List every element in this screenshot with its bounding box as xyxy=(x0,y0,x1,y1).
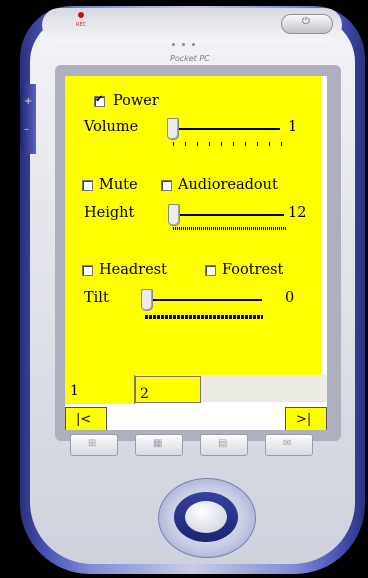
tab-1-label: 1 xyxy=(70,383,79,399)
minus-icon: – xyxy=(24,124,29,135)
audioreadout-label: Audioreadout xyxy=(178,177,278,193)
calendar-icon: ▦ xyxy=(153,438,163,449)
tilt-slider-ticks xyxy=(145,315,263,319)
last-page-label: >| xyxy=(296,412,312,427)
audioreadout-checkbox[interactable] xyxy=(161,180,172,191)
hardware-button-inbox[interactable]: ✉ xyxy=(265,434,313,456)
record-label: REC xyxy=(76,22,87,28)
inbox-icon: ✉ xyxy=(283,438,292,449)
tilt-slider-track[interactable] xyxy=(145,299,262,301)
hardware-button-start[interactable]: ⊞ xyxy=(70,434,118,456)
mute-checkbox[interactable] xyxy=(82,180,93,191)
height-slider-track[interactable] xyxy=(172,214,284,216)
volume-down-button[interactable]: – xyxy=(20,112,36,154)
mute-label: Mute xyxy=(99,177,138,193)
volume-slider-thumb[interactable] xyxy=(167,118,179,140)
first-page-label: |< xyxy=(76,412,92,427)
record-indicator-icon xyxy=(78,12,84,18)
height-value: 12 xyxy=(288,205,307,221)
power-label: Power xyxy=(113,93,159,109)
tilt-value: 0 xyxy=(285,290,295,306)
device-power-button[interactable]: ⏻ xyxy=(281,14,333,34)
hardware-button-contacts[interactable]: ▤ xyxy=(200,434,248,456)
plus-icon: + xyxy=(24,96,33,107)
last-page-button[interactable]: >| xyxy=(285,407,327,430)
brand-logo: Pocket PC xyxy=(170,54,210,63)
volume-label: Volume xyxy=(84,119,139,135)
footrest-label: Footrest xyxy=(222,262,284,278)
contacts-icon: ▤ xyxy=(218,438,228,449)
navigation-pad-center-button[interactable] xyxy=(185,501,227,533)
volume-slider-ticks xyxy=(173,142,283,146)
headrest-checkbox[interactable] xyxy=(82,265,93,276)
speaker-grille xyxy=(172,43,195,46)
volume-value: 1 xyxy=(288,119,298,135)
screen: Power Volume 1 Mute Audioreadout Height … xyxy=(65,76,327,430)
first-page-button[interactable]: |< xyxy=(65,407,107,430)
tilt-slider-thumb[interactable] xyxy=(141,289,153,311)
volume-slider-track[interactable] xyxy=(172,128,280,130)
power-checkbox[interactable] xyxy=(94,94,105,107)
tab-2-label: 2 xyxy=(140,386,149,402)
power-icon: ⏻ xyxy=(302,16,310,27)
windows-logo-icon: ⊞ xyxy=(88,438,97,449)
headrest-label: Headrest xyxy=(99,262,167,278)
height-slider-ticks xyxy=(173,227,287,230)
tilt-label: Tilt xyxy=(84,290,109,306)
tab-2[interactable]: 2 xyxy=(135,376,201,403)
height-slider-thumb[interactable] xyxy=(168,204,180,226)
hardware-button-calendar[interactable]: ▦ xyxy=(135,434,183,456)
tab-1[interactable]: 1 xyxy=(65,375,135,404)
height-label: Height xyxy=(84,205,135,221)
footrest-checkbox[interactable] xyxy=(205,265,216,276)
